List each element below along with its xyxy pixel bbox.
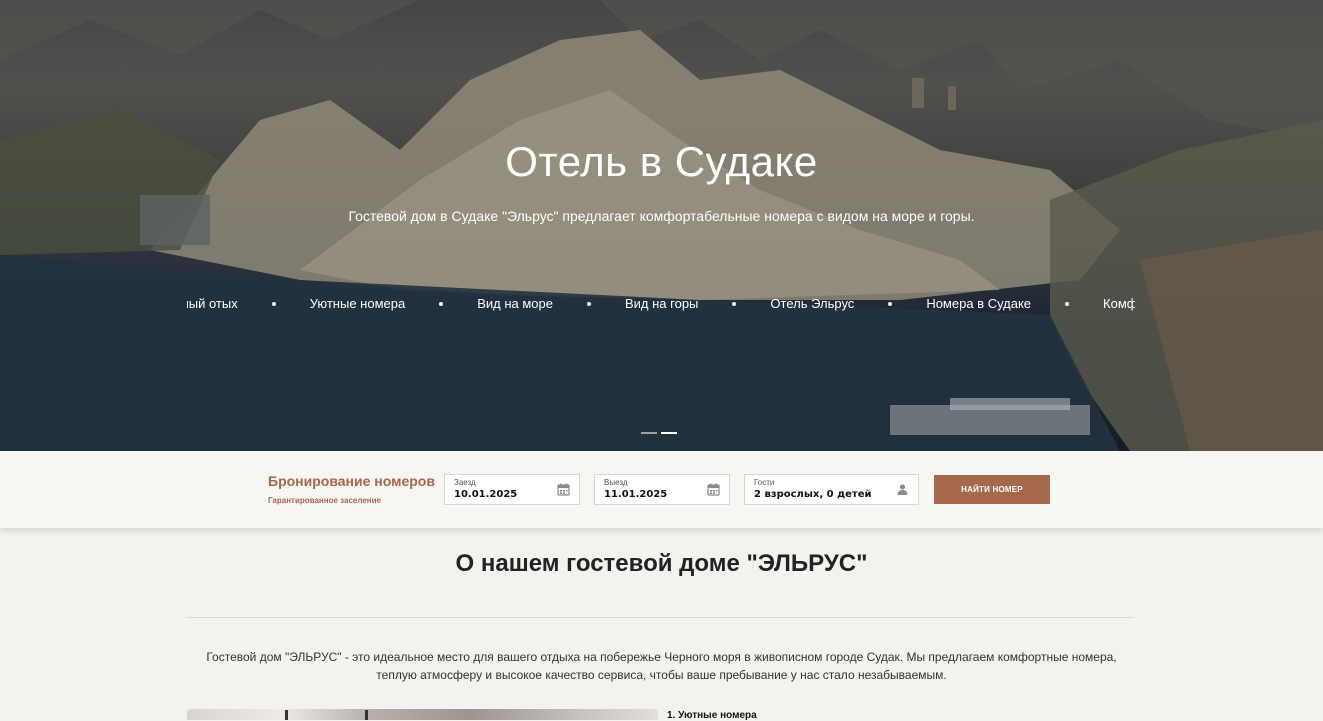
ticker-separator — [586, 301, 591, 306]
ticker-separator — [888, 301, 893, 306]
slider-pagination — [641, 432, 677, 434]
checkout-date-field[interactable]: Выезд 11.01.2025 — [594, 474, 730, 505]
booking-bar: Бронирование номеров Гарантированное зас… — [0, 451, 1323, 528]
guests-value: 2 взрослых, 0 детей — [754, 489, 872, 500]
slider-dot-2[interactable] — [661, 432, 677, 434]
slider-dot-1[interactable] — [641, 432, 657, 434]
booking-subtitle: Гарантированное заселение — [268, 496, 381, 505]
ticker-separator — [732, 301, 737, 306]
room-feature-heading: 1. Уютные номера — [667, 710, 757, 721]
booking-title: Бронирование номеров — [268, 473, 435, 489]
section-divider — [187, 617, 1133, 618]
checkin-date-field[interactable]: Заезд 10.01.2025 — [444, 474, 580, 505]
calendar-icon[interactable] — [557, 483, 570, 496]
about-text: Гостевой дом "ЭЛЬРУС" - это идеальное ме… — [206, 650, 1117, 682]
ticker-item: Отель Эльрус — [770, 296, 855, 311]
ticker-item: Уютные номера — [309, 296, 406, 311]
hero-title: Отель в Судаке — [505, 138, 818, 185]
ticker-item: Номера в Судаке — [926, 296, 1032, 311]
ticker-track: Комфортный отых Уютные номера Вид на мор… — [187, 296, 1135, 311]
find-room-button[interactable]: НАЙТИ НОМЕР — [934, 475, 1050, 504]
photo-detail — [285, 710, 288, 720]
ticker-separator — [1065, 301, 1070, 306]
ticker-item: Вид на горы — [624, 296, 699, 311]
guests-field[interactable]: Гости 2 взрослых, 0 детей — [744, 474, 919, 505]
hero-banner: Отель в Судаке Гостевой дом в Судаке "Эл… — [0, 0, 1323, 451]
checkin-value: 10.01.2025 — [454, 489, 518, 500]
hero-subtitle: Гостевой дом в Судаке "Эльрус" предлагае… — [348, 208, 975, 224]
calendar-icon[interactable] — [707, 483, 720, 496]
checkout-value: 11.01.2025 — [604, 489, 668, 500]
ticker-item: Комфортный отых — [1103, 296, 1135, 311]
about-title: О нашем гостевой доме "ЭЛЬРУС" — [455, 550, 868, 577]
feature-ticker: Комфортный отых Уютные номера Вид на мор… — [187, 296, 1135, 316]
hero-background-image — [0, 0, 1323, 451]
person-icon — [897, 484, 908, 495]
ticker-item: Вид на море — [477, 296, 553, 311]
ticker-separator — [271, 301, 276, 306]
ticker-item: Комфортный отых — [187, 296, 238, 311]
checkin-label: Заезд — [454, 478, 476, 487]
ticker-separator — [439, 301, 444, 306]
room-photo — [187, 709, 658, 720]
checkout-label: Выезд — [604, 478, 628, 487]
photo-detail — [365, 710, 368, 720]
guests-label: Гости — [754, 478, 775, 487]
